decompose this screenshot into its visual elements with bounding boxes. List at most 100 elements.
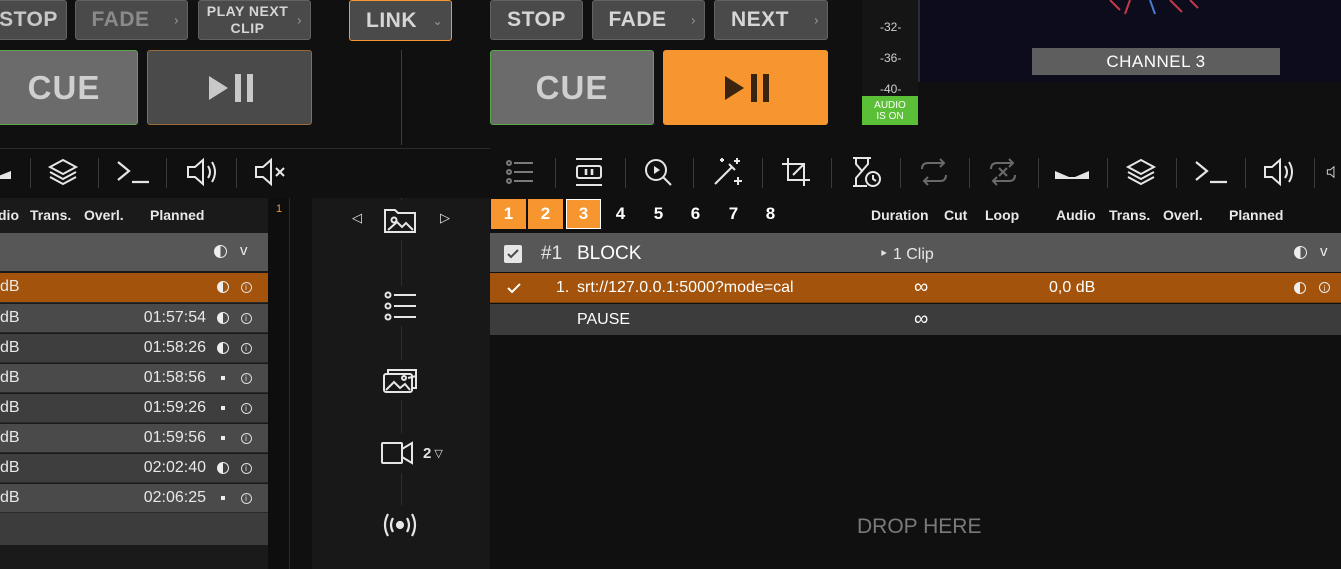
row-audio-level: dB xyxy=(0,399,20,416)
chevron-right-icon: › xyxy=(814,12,819,28)
media-folder-icon[interactable] xyxy=(376,200,424,240)
table-row[interactable]: dB 01:58:56 i xyxy=(0,364,268,393)
loop-off-icon[interactable] xyxy=(983,150,1023,194)
dot-icon xyxy=(216,491,230,505)
info-icon[interactable]: i xyxy=(239,280,253,294)
audio-status-badge: AUDIO IS ON xyxy=(862,96,918,125)
table-row[interactable]: dB 02:06:25 i xyxy=(0,484,268,513)
drop-zone-label[interactable]: DROP HERE xyxy=(857,515,981,539)
row-audio-level: dB xyxy=(0,489,20,506)
right-fade-label: FADE xyxy=(608,8,667,31)
camera-count: 2 xyxy=(423,444,432,462)
clip-row[interactable]: 1. srt://127.0.0.1:5000?mode=cal ∞ 0,0 d… xyxy=(490,273,1341,303)
right-play-pause-button[interactable] xyxy=(663,50,828,125)
layers-icon[interactable] xyxy=(1121,150,1161,194)
table-row[interactable]: dB i xyxy=(0,273,268,303)
row-audio-level: dB xyxy=(0,369,20,386)
info-icon[interactable]: i xyxy=(239,491,253,505)
right-cue-label: CUE xyxy=(535,68,609,106)
zoom-search-icon[interactable] xyxy=(638,150,678,194)
tab-5[interactable]: 5 xyxy=(641,199,676,229)
info-icon[interactable]: i xyxy=(239,461,253,475)
column-header-audio: dio xyxy=(0,207,19,223)
info-icon[interactable]: i xyxy=(239,341,253,355)
row-planned-time: 01:57:54 xyxy=(143,309,206,326)
crop-icon[interactable] xyxy=(776,150,816,194)
terminal-icon[interactable] xyxy=(112,150,152,194)
half-circle-icon xyxy=(1294,282,1306,294)
column-header-overl: Overl. xyxy=(1163,207,1203,223)
mute-icon[interactable] xyxy=(1324,150,1341,194)
table-row[interactable]: dB 01:59:26 i xyxy=(0,394,268,423)
left-fade-button[interactable]: FADE › xyxy=(75,0,188,40)
row-planned-time: 01:58:56 xyxy=(143,369,206,386)
info-icon[interactable]: i xyxy=(1319,282,1330,293)
info-icon[interactable]: i xyxy=(239,311,253,325)
audio-meter: -32- -36- -40- xyxy=(862,0,918,96)
right-fade-button[interactable]: FADE › xyxy=(592,0,705,40)
left-play-pause-button[interactable] xyxy=(147,50,312,125)
channel-preview: CHANNEL 3 xyxy=(918,0,1341,82)
info-icon[interactable]: i xyxy=(239,431,253,445)
chevron-down-icon[interactable]: v xyxy=(1320,243,1328,260)
broadcast-icon[interactable] xyxy=(376,505,424,545)
play-next-clip-button[interactable]: PLAY NEXT CLIP › xyxy=(198,0,311,40)
block-name: BLOCK xyxy=(577,243,642,264)
link-button[interactable]: LINK ⌄ xyxy=(349,0,452,41)
info-icon[interactable]: i xyxy=(239,401,253,415)
dot-icon xyxy=(216,371,230,385)
row-planned-time: 01:59:56 xyxy=(143,429,206,446)
tab-3[interactable]: 3 xyxy=(566,199,601,229)
table-row[interactable]: dB 02:02:40 i xyxy=(0,454,268,483)
tab-6[interactable]: 6 xyxy=(678,199,713,229)
right-next-button[interactable]: NEXT › xyxy=(714,0,828,40)
half-circle-icon xyxy=(1294,246,1307,259)
fade-shape-icon[interactable] xyxy=(1052,150,1092,194)
row-audio-level: dB xyxy=(0,278,20,295)
volume-icon[interactable] xyxy=(1259,150,1299,194)
chevron-down-icon[interactable]: v xyxy=(240,242,248,259)
chevron-right-icon[interactable]: ▷ xyxy=(440,210,450,226)
chevron-left-icon[interactable]: ◁ xyxy=(352,210,362,226)
left-empty-row xyxy=(0,513,268,545)
row-audio-level: dB xyxy=(0,459,20,476)
pause-row[interactable]: PAUSE ∞ xyxy=(490,304,1341,335)
table-row[interactable]: dB 01:58:26 i xyxy=(0,334,268,363)
block-clip-count: ‣ 1 Clip xyxy=(879,246,934,263)
tab-8[interactable]: 8 xyxy=(753,199,788,229)
half-circle-icon xyxy=(214,245,227,258)
left-cue-button[interactable]: CUE xyxy=(0,50,138,125)
left-block-row[interactable]: v xyxy=(0,233,268,271)
camera-source-selector[interactable]: 2 ▽ xyxy=(376,433,460,473)
terminal-icon[interactable] xyxy=(1190,150,1230,194)
playlist-icon[interactable] xyxy=(376,286,424,326)
layers-icon[interactable] xyxy=(43,150,83,194)
mute-icon[interactable] xyxy=(250,150,290,194)
playlist-view-icon[interactable] xyxy=(500,150,540,194)
tab-1[interactable]: 1 xyxy=(491,199,526,229)
media-gallery-icon[interactable] xyxy=(376,360,424,400)
table-row[interactable]: dB 01:59:56 i xyxy=(0,424,268,453)
tab-2[interactable]: 2 xyxy=(528,199,563,229)
right-next-label: NEXT xyxy=(730,8,789,31)
volume-icon[interactable] xyxy=(182,150,222,194)
block-row[interactable]: #1 BLOCK ‣ 1 Clip v xyxy=(490,233,1341,272)
pause-insert-icon[interactable] xyxy=(569,150,609,194)
video-camera-icon xyxy=(381,441,413,465)
row-audio-level: dB xyxy=(0,429,20,446)
timer-hourglass-icon[interactable] xyxy=(845,150,885,194)
table-row[interactable]: dB 01:57:54 i xyxy=(0,304,268,333)
row-planned-time: 02:06:25 xyxy=(143,489,206,506)
tab-4[interactable]: 4 xyxy=(603,199,638,229)
fade-shape-icon[interactable] xyxy=(0,150,28,194)
right-stop-button[interactable]: STOP xyxy=(490,0,583,40)
info-icon[interactable]: i xyxy=(239,371,253,385)
magic-wand-icon[interactable] xyxy=(707,150,747,194)
left-stop-button[interactable]: STOP xyxy=(0,0,67,40)
chevron-right-icon: › xyxy=(297,12,302,28)
tab-7[interactable]: 7 xyxy=(716,199,751,229)
row-planned-time: 02:02:40 xyxy=(143,459,206,476)
loop-icon[interactable] xyxy=(914,150,954,194)
block-checkbox[interactable] xyxy=(504,245,522,263)
right-cue-button[interactable]: CUE xyxy=(490,50,654,125)
